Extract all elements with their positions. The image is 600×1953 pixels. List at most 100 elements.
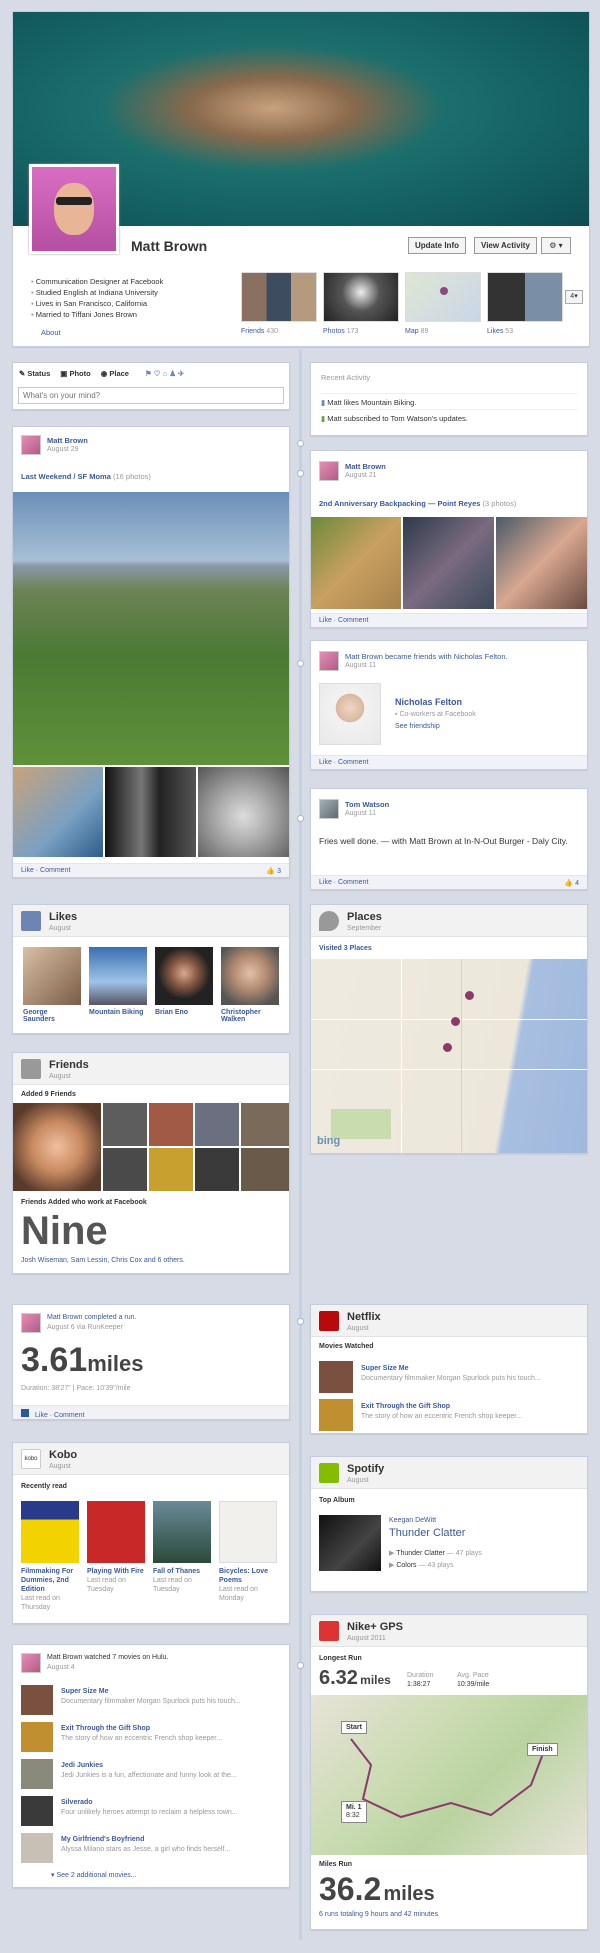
album-title[interactable]: Thunder Clatter	[389, 1527, 465, 1539]
friend-name[interactable]: Nicholas Felton	[395, 697, 462, 707]
album-photo[interactable]	[198, 767, 289, 857]
movie-title[interactable]: Jedi Junkies	[61, 1762, 103, 1769]
photo-tab[interactable]: ▣ Photo	[60, 369, 90, 378]
avatar[interactable]	[21, 1313, 41, 1333]
friend-photo[interactable]	[149, 1103, 193, 1146]
status-input[interactable]	[18, 387, 284, 404]
view-activity-button[interactable]: View Activity	[474, 237, 537, 254]
update-info-button[interactable]: Update Info	[408, 237, 466, 254]
movie-title[interactable]: Silverado	[61, 1799, 93, 1806]
friend-photo[interactable]	[149, 1148, 193, 1191]
like-name[interactable]: Brian Eno	[155, 1009, 213, 1016]
author-name[interactable]: Tom Watson	[345, 800, 389, 809]
start-marker[interactable]: Start	[341, 1721, 367, 1734]
mile-marker[interactable]: Mi. 1 8:32	[341, 1801, 367, 1823]
like-photo[interactable]	[221, 947, 279, 1005]
movie-title[interactable]: Super Size Me	[61, 1688, 108, 1695]
visited-link[interactable]: Visited 3 Places	[319, 945, 372, 952]
album-cover[interactable]	[319, 1515, 381, 1571]
tab-photos[interactable]	[323, 272, 399, 322]
avatar[interactable]	[21, 435, 41, 455]
author-name[interactable]: Matt Brown	[345, 462, 386, 471]
like-comment-link[interactable]: Like · Comment	[319, 759, 368, 766]
place-tab[interactable]: ◉ Place	[101, 369, 129, 378]
section-label: Longest Run	[319, 1655, 362, 1662]
avatar[interactable]	[319, 799, 339, 819]
map-pin-icon[interactable]	[451, 1017, 460, 1026]
album-photo[interactable]	[496, 517, 587, 609]
tab-likes[interactable]	[487, 272, 563, 322]
movie-poster[interactable]	[21, 1796, 53, 1826]
profile-picture[interactable]	[29, 164, 119, 254]
avatar[interactable]	[21, 1653, 41, 1673]
post-date[interactable]: August 29	[47, 446, 79, 453]
like-comment-link[interactable]: Like · Comment	[35, 1412, 84, 1419]
see-friendship-link[interactable]: See friendship	[395, 723, 440, 730]
friend-big-photo[interactable]	[13, 1103, 101, 1191]
movie-title[interactable]: Exit Through the Gift Shop	[61, 1725, 150, 1732]
post-date[interactable]: August 21	[345, 472, 377, 479]
artist-name[interactable]: Keegan DeWitt	[389, 1517, 436, 1524]
album-photo[interactable]	[105, 767, 196, 857]
like-photo[interactable]	[155, 947, 213, 1005]
finish-marker[interactable]: Finish	[527, 1743, 558, 1756]
post-date[interactable]: August 11	[345, 662, 376, 669]
life-event-icons[interactable]: ⚑ ♡ ⌂ ♟ ✈	[145, 369, 184, 378]
post-date[interactable]: August 11	[345, 810, 376, 817]
like-name[interactable]: George Saunders	[23, 1009, 81, 1023]
like-comment-link[interactable]: Like · Comment	[21, 867, 70, 874]
friend-photo[interactable]	[241, 1103, 289, 1146]
friend-photo[interactable]	[241, 1148, 289, 1191]
tab-map[interactable]	[405, 272, 481, 322]
post-date[interactable]: August 4	[47, 1664, 75, 1671]
run-map[interactable]: Start Finish Mi. 1 8:32	[311, 1695, 587, 1855]
book-cover[interactable]	[153, 1501, 211, 1563]
movie-poster[interactable]	[21, 1759, 53, 1789]
like-count[interactable]: 👍 4	[564, 879, 579, 887]
about-link[interactable]: About	[41, 328, 61, 337]
friends-names[interactable]: Josh Wiseman, Sam Lessin, Chris Cox and …	[21, 1257, 185, 1264]
movie-poster[interactable]	[319, 1399, 353, 1431]
movie-poster[interactable]	[21, 1722, 53, 1752]
like-count[interactable]: 👍 3	[266, 867, 281, 875]
like-comment-link[interactable]: Like · Comment	[319, 879, 368, 886]
movie-title[interactable]: My Girlfriend's Boyfriend	[61, 1836, 144, 1843]
like-name[interactable]: Christopher Walken	[221, 1009, 279, 1023]
album-main-photo[interactable]	[13, 492, 289, 765]
book-cover[interactable]	[21, 1501, 79, 1563]
map-pin-icon[interactable]	[465, 991, 474, 1000]
friend-photo[interactable]	[195, 1148, 239, 1191]
more-tabs-button[interactable]: 4▾	[565, 290, 583, 304]
like-photo[interactable]	[89, 947, 147, 1005]
map-pin-icon[interactable]	[443, 1043, 452, 1052]
movie-poster[interactable]	[21, 1833, 53, 1863]
gear-menu-button[interactable]: ⚙ ▾	[541, 237, 571, 254]
like-comment-link[interactable]: Like · Comment	[319, 617, 368, 624]
tab-friends[interactable]	[241, 272, 317, 322]
like-photo[interactable]	[23, 947, 81, 1005]
runs-summary[interactable]: 6 runs totaling 9 hours and 42 minutes	[319, 1911, 438, 1918]
movie-poster[interactable]	[319, 1361, 353, 1393]
avatar[interactable]	[319, 651, 339, 671]
track-row[interactable]: ▶ Colors — 43 plays	[389, 1561, 454, 1569]
places-map[interactable]: bing	[311, 959, 587, 1153]
post-date[interactable]: August 6 via RunKeeper	[47, 1324, 123, 1331]
friend-photo[interactable]	[103, 1148, 147, 1191]
movie-poster[interactable]	[21, 1685, 53, 1715]
like-name[interactable]: Mountain Biking	[89, 1009, 147, 1016]
friend-photo[interactable]	[319, 683, 381, 745]
album-photo[interactable]	[403, 517, 494, 609]
status-tab[interactable]: ✎ Status	[19, 369, 50, 378]
author-name[interactable]: Matt Brown	[47, 436, 88, 445]
movie-title[interactable]: Exit Through the Gift Shop	[361, 1403, 450, 1410]
book-cover[interactable]	[87, 1501, 145, 1563]
friend-photo[interactable]	[195, 1103, 239, 1146]
track-row[interactable]: ▶ Thunder Clatter — 47 plays	[389, 1549, 482, 1557]
book-cover[interactable]	[219, 1501, 277, 1563]
album-photo[interactable]	[13, 767, 103, 857]
movie-title[interactable]: Super Size Me	[361, 1365, 408, 1372]
friend-photo[interactable]	[103, 1103, 147, 1146]
album-photo[interactable]	[311, 517, 401, 609]
see-more-link[interactable]: ▾ See 2 additional movies...	[51, 1871, 137, 1879]
avatar[interactable]	[319, 461, 339, 481]
